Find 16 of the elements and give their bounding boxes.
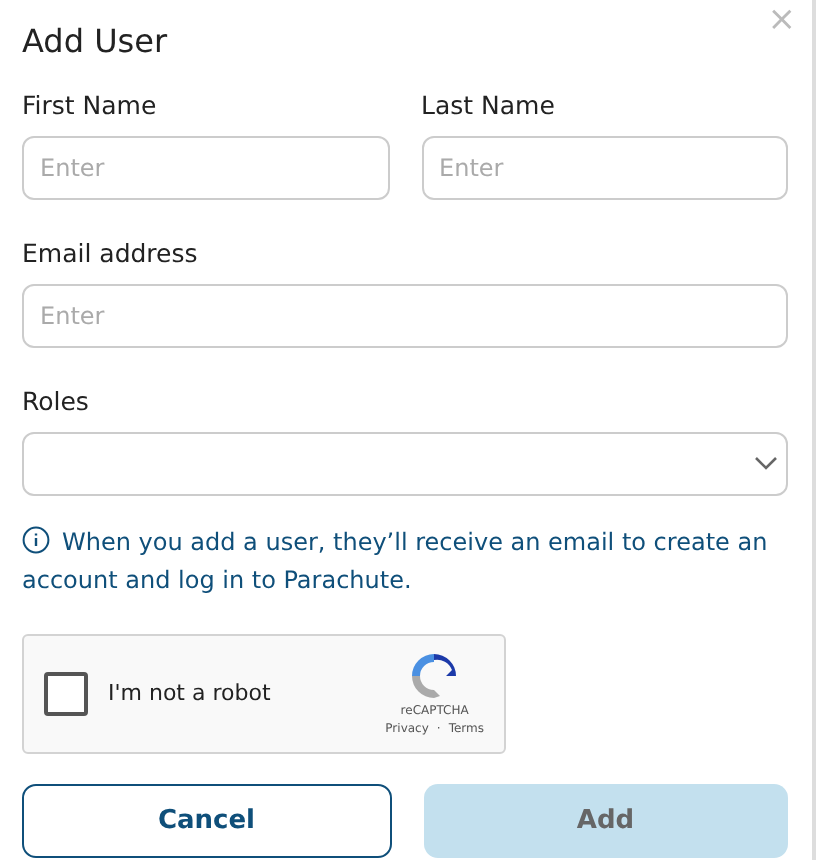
cancel-button[interactable]: Cancel — [22, 784, 391, 858]
input-field[interactable]: Enter — [421, 136, 788, 200]
info-text: When you add a user, they’ll receive an email to create an account and log in to Parachute. — [22, 524, 770, 598]
input-field[interactable]: Enter — [22, 136, 389, 200]
field-label: First Name — [22, 90, 159, 122]
input-field[interactable]: Enter — [22, 284, 788, 348]
dialog-title: Add User — [22, 20, 170, 64]
checkbox-label: I'm not a robot — [108, 677, 271, 710]
select-field[interactable] — [22, 432, 788, 496]
info-icon — [22, 526, 50, 554]
field-label: Last Name — [421, 90, 557, 122]
checkbox[interactable] — [44, 672, 88, 716]
field-label: Email address — [22, 238, 200, 270]
recaptcha-logo-icon — [408, 650, 461, 702]
chevron-down-icon — [754, 456, 778, 472]
field-label: Roles — [22, 386, 91, 418]
